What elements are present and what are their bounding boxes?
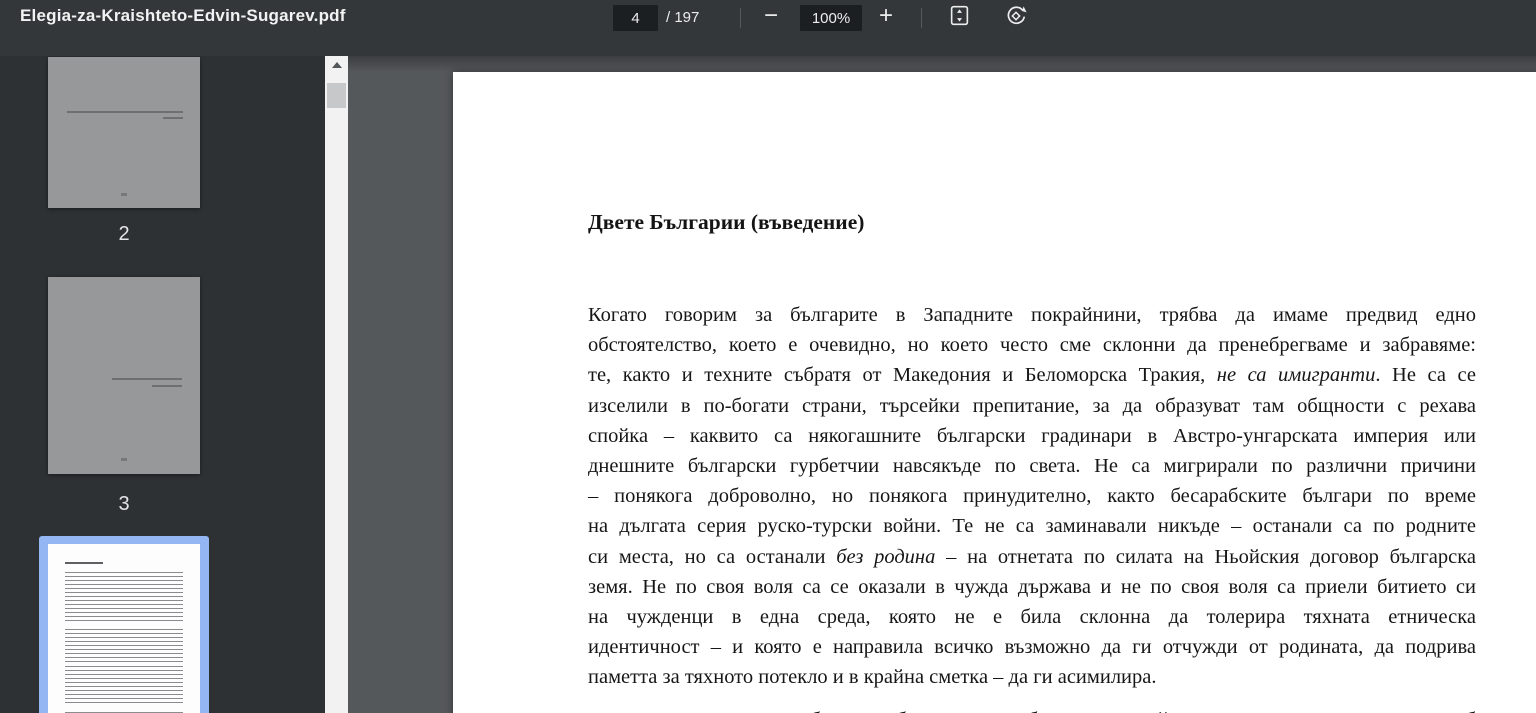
zoom-level-value[interactable]: 100%: [800, 5, 862, 31]
pdf-page-4: Двете Българии (въведение) Когато говори…: [453, 72, 1536, 713]
paragraph-line: обстоятелство, което е очевидно, но коет…: [588, 330, 1476, 360]
zoom-out-button[interactable]: −: [753, 2, 789, 30]
thumbnail-page-4-selected[interactable]: [39, 536, 209, 713]
document-filename: Elegia-za-Kraishteto-Edvin-Sugarev.pdf: [20, 6, 346, 26]
thumbnail-text-placeholder: [65, 629, 183, 662]
thumbnail-page-number-mark: [121, 458, 127, 461]
up-arrow-icon: [332, 62, 342, 68]
thumbnail-sidebar: 2 3: [0, 56, 325, 713]
paragraph-line: земя. Не по своя воля са се оказали в чу…: [588, 572, 1476, 602]
rotate-page-button[interactable]: [998, 4, 1034, 32]
document-viewer[interactable]: Двете Българии (въведение) Когато говори…: [348, 56, 1536, 713]
thumbnail-page-3[interactable]: [48, 277, 200, 474]
paragraph-line: изселили в по-богати страни, търсейки пр…: [588, 391, 1476, 421]
thumbnail-text-placeholder: [152, 385, 182, 387]
zoom-in-button[interactable]: +: [868, 2, 904, 30]
paragraph-line: си места, но са останали без родина – на…: [588, 542, 1476, 572]
paragraph-line: на дългата серия руско-турски войни. Те …: [588, 511, 1476, 541]
section-heading: Двете Българии (въведение): [588, 210, 864, 235]
thumbnail-text-placeholder: [112, 378, 182, 380]
paragraph-line: паметта за тяхното потекло и в крайна см…: [588, 662, 1476, 692]
toolbar-divider: [740, 8, 741, 28]
pdf-toolbar: Elegia-za-Kraishteto-Edvin-Sugarev.pdf 4…: [0, 0, 1536, 56]
paragraph-line: – понякога доброволно, но понякога прину…: [588, 481, 1476, 511]
thumbnail-heading-placeholder: [65, 562, 103, 564]
paragraph-line: те, както и техните събратя от Македония…: [588, 360, 1476, 390]
paragraph-line: Когато говорим за българите в Западните …: [588, 300, 1476, 330]
paragraph-line: днешните български гурбетчии навсякъде п…: [588, 451, 1476, 481]
thumbnail-page-content: [48, 544, 200, 713]
thumbnail-text-placeholder: [163, 117, 183, 119]
thumbnail-text-placeholder: [65, 572, 183, 624]
rotate-page-icon: [1004, 4, 1028, 33]
paragraph-line: спойка – каквито са някогашните българск…: [588, 421, 1476, 451]
thumbnail-page-2[interactable]: [48, 57, 200, 208]
pdf-viewer-window: Elegia-za-Kraishteto-Edvin-Sugarev.pdf 4…: [0, 0, 1536, 713]
page-number-input[interactable]: 4: [613, 5, 658, 31]
thumbnail-text-placeholder: [67, 111, 183, 113]
body-paragraph: Когато говорим за българите в Западните …: [588, 300, 1476, 692]
thumbnail-text-placeholder: [65, 666, 183, 706]
toolbar-divider: [921, 8, 922, 28]
fit-to-page-button[interactable]: [941, 4, 977, 32]
paragraph-line: на чужденци в една среда, която не е бил…: [588, 602, 1476, 632]
sidebar-scrollbar[interactable]: [325, 56, 348, 713]
partial-text-line: Тежка и незавидна е била съдбата на тия …: [588, 705, 1476, 713]
scrollbar-thumb[interactable]: [327, 83, 346, 108]
scrollbar-up-arrow[interactable]: [325, 56, 348, 74]
page-count-label: / 197: [666, 9, 699, 26]
thumbnail-label: 3: [48, 493, 200, 516]
paragraph-line: идентичност – и която е направила всичко…: [588, 632, 1476, 662]
fit-to-page-icon: [948, 4, 971, 32]
thumbnail-page-number-mark: [121, 193, 127, 196]
thumbnail-label: 2: [48, 223, 200, 246]
